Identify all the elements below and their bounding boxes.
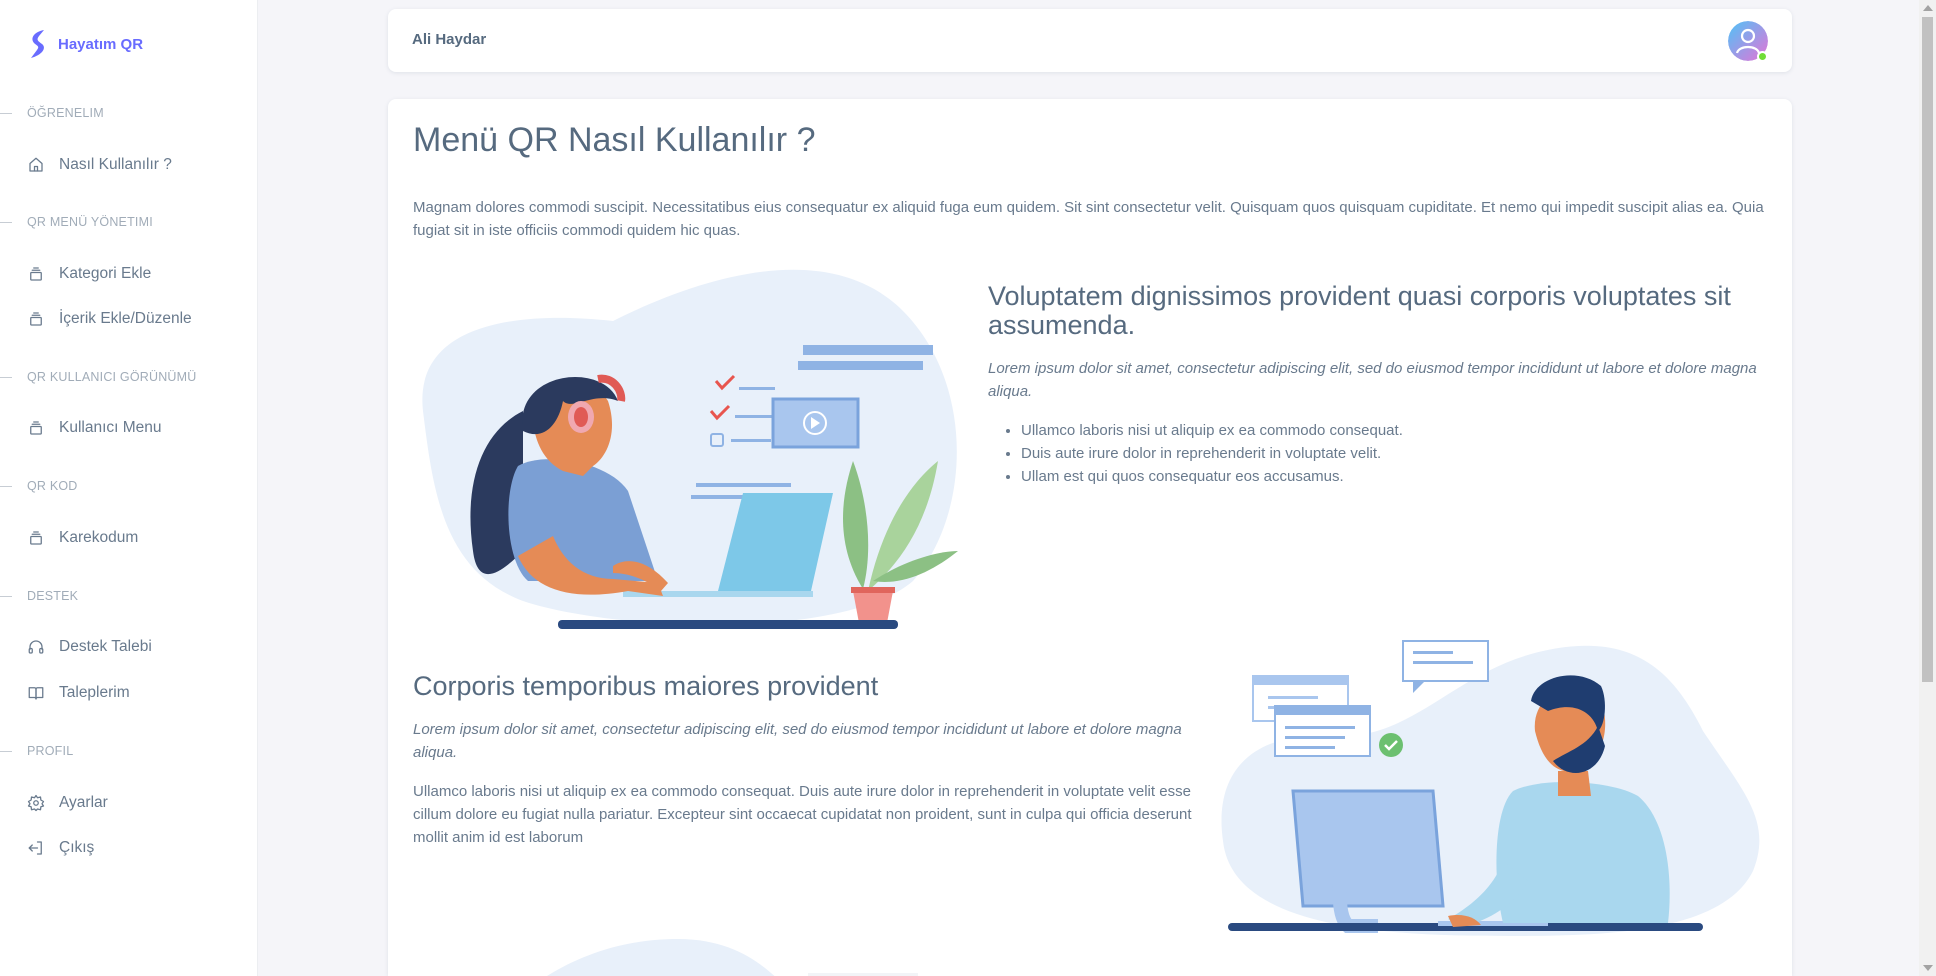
scroll-thumb[interactable]: [1922, 17, 1933, 682]
brand[interactable]: Hayatım QR: [26, 28, 143, 60]
online-status-dot: [1757, 51, 1768, 62]
sidebar-item-label: Taleplerim: [59, 684, 130, 701]
sidebar-item-label: Kullanıcı Menu: [59, 419, 162, 436]
section-two-title: Corporis temporibus maiores provident: [413, 671, 879, 701]
sidebar-item-ayarlar[interactable]: Ayarlar: [26, 785, 236, 821]
menu-header-dash: [0, 112, 12, 114]
woman-laptop-illustration: [422, 269, 958, 629]
menu-header-dash: [0, 376, 12, 378]
book-icon: [26, 683, 46, 703]
navbar-user-name: Ali Haydar: [412, 31, 487, 48]
section-two-subtitle: Lorem ipsum dolor sit amet, consectetur …: [413, 721, 1182, 761]
list-item: Ullamco laboris nisi ut aliquip ex ea co…: [1021, 419, 1778, 442]
menu-header-ogrenelim: ÖĞRENELIM: [0, 103, 104, 123]
sidebar-item-cikis[interactable]: Çıkış: [26, 830, 236, 866]
home-icon: [26, 155, 46, 175]
section-two-body: Ullamco laboris nisi ut aliquip ex ea co…: [413, 783, 1192, 846]
sidebar-item-karekodum[interactable]: Karekodum: [26, 520, 236, 556]
sidebar-item-label: Kategori Ekle: [59, 265, 152, 282]
menu-header-profil: PROFIL: [0, 741, 73, 761]
menu-header-qr-kullanici-gorunumu: QR KULLANICI GÖRÜNÜMÜ: [0, 367, 197, 387]
menu-header-destek: DESTEK: [0, 586, 78, 606]
section-one: Voluptatem dignissimos provident quasi c…: [988, 282, 1778, 488]
menu-header-dash: [0, 485, 12, 487]
logout-icon: [26, 838, 46, 858]
menu-header-label: QR KOD: [27, 479, 78, 493]
sidebar-item-label: Çıkış: [59, 839, 95, 856]
scroll-up-arrow-icon[interactable]: [1923, 5, 1933, 11]
sidebar-item-label: Ayarlar: [59, 794, 108, 811]
sidebar-item-kategori-ekle[interactable]: Kategori Ekle: [26, 256, 236, 292]
menu-header-label: DESTEK: [27, 589, 79, 603]
sidebar-item-label: Karekodum: [59, 529, 139, 546]
headphones-icon: [26, 637, 46, 657]
sidebar: Hayatım QR ÖĞRENELIM Nasıl Kullanılır ? …: [0, 0, 258, 976]
section-one-list: Ullamco laboris nisi ut aliquip ex ea co…: [988, 419, 1778, 488]
sidebar-item-kullanici-menu[interactable]: Kullanıcı Menu: [26, 410, 236, 446]
menu-header-qr-kod: QR KOD: [0, 476, 78, 496]
section-one-title: Voluptatem dignissimos provident quasi c…: [988, 281, 1731, 340]
page-title: Menü QR Nasıl Kullanılır ?: [413, 121, 816, 159]
layers-icon: [26, 264, 46, 284]
section-one-subtitle: Lorem ipsum dolor sit amet, consectetur …: [988, 360, 1757, 400]
list-item: Duis aute irure dolor in reprehenderit i…: [1021, 442, 1778, 465]
menu-header-label: QR KULLANICI GÖRÜNÜMÜ: [27, 370, 197, 384]
section-two: Corporis temporibus maiores provident Lo…: [413, 672, 1203, 849]
brand-name: Hayatım QR: [58, 35, 144, 53]
menu-header-dash: [0, 595, 12, 597]
layers-icon: [26, 309, 46, 329]
sidebar-item-label: Destek Talebi: [59, 638, 152, 655]
man-computer-illustration: [1221, 640, 1760, 936]
brand-logo-icon: [31, 30, 44, 58]
sidebar-item-destek-talebi[interactable]: Destek Talebi: [26, 629, 236, 665]
gear-icon: [26, 793, 46, 813]
sidebar-item-icerik-ekle-duzenle[interactable]: İçerik Ekle/Düzenle: [26, 301, 236, 337]
sidebar-item-label: Nasıl Kullanılır ?: [59, 156, 172, 173]
menu-header-dash: [0, 221, 12, 223]
menu-header-label: QR MENÜ YÖNETIMI: [27, 215, 153, 229]
page-scrollbar[interactable]: [1919, 0, 1936, 976]
menu-header-label: PROFIL: [27, 744, 74, 758]
sidebar-item-nasil-kullanilir[interactable]: Nasıl Kullanılır ?: [26, 147, 236, 183]
list-item: Ullam est qui quos consequatur eos accus…: [1021, 465, 1778, 488]
third-illustration-partial: [547, 939, 918, 976]
layers-icon: [26, 418, 46, 438]
scroll-down-arrow-icon[interactable]: [1923, 965, 1933, 971]
sidebar-item-taleplerim[interactable]: Taleplerim: [26, 675, 236, 711]
sidebar-item-label: İçerik Ekle/Düzenle: [59, 310, 192, 327]
menu-header-qr-menu-yonetimi: QR MENÜ YÖNETIMI: [0, 212, 153, 232]
top-navbar: Ali Haydar: [388, 9, 1792, 72]
intro-paragraph: Magnam dolores commodi suscipit. Necessi…: [413, 199, 1764, 239]
layers-icon: [26, 528, 46, 548]
menu-header-label: ÖĞRENELIM: [27, 106, 104, 120]
content-card: Menü QR Nasıl Kullanılır ? Magnam dolore…: [388, 99, 1792, 976]
menu-header-dash: [0, 750, 12, 752]
